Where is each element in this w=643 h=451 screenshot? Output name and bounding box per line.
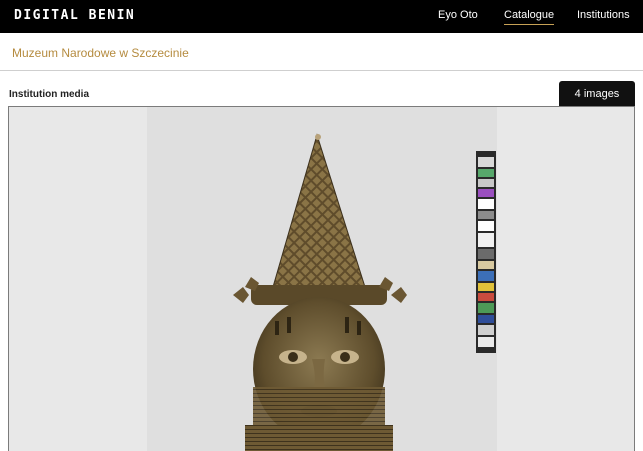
benin-bronze-head-image [233,133,407,451]
nav-link-eyo-oto[interactable]: Eyo Oto [438,9,478,21]
institution-name-link[interactable]: Muzeum Narodowe w Szczecinie [12,46,189,60]
site-logo[interactable]: DIGITAL BENIN [14,8,135,23]
media-viewer[interactable] [8,106,635,451]
top-navigation-bar: DIGITAL BENIN Eyo Oto Catalogue Institut… [0,0,643,33]
nav-link-catalogue[interactable]: Catalogue [504,9,555,25]
images-count-tab[interactable]: 4 images [559,81,635,107]
institution-header: Muzeum Narodowe w Szczecinie [0,33,643,71]
color-calibration-strip [476,151,496,353]
artifact-photo[interactable] [147,107,497,451]
media-section-title: Institution media [9,89,89,100]
nav-link-institutions[interactable]: Institutions [577,9,630,21]
